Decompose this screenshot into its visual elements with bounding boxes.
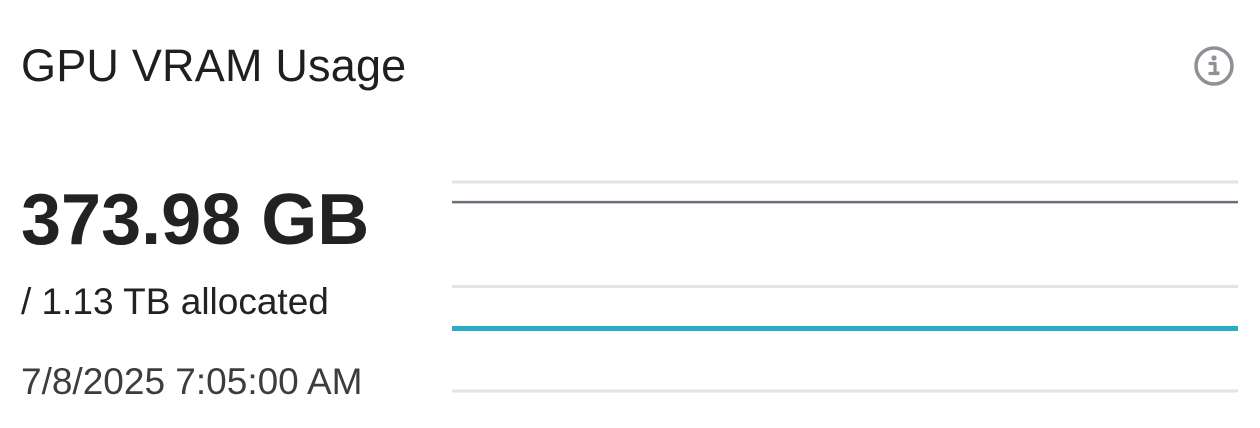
card-title: GPU VRAM Usage	[21, 40, 407, 91]
info-icon[interactable]	[1192, 44, 1236, 88]
gpu-vram-usage-card: GPU VRAM Usage 373.98 GB / 1.13 TB alloc…	[0, 0, 1260, 428]
chart-gridlines	[452, 180, 1238, 393]
chart-series	[452, 200, 1238, 331]
timestamp: 7/8/2025 7:05:00 AM	[21, 361, 363, 402]
current-usage-value: 373.98 GB	[21, 180, 370, 260]
allocated-total: / 1.13 TB allocated	[21, 281, 329, 322]
usage-chart	[452, 170, 1238, 410]
